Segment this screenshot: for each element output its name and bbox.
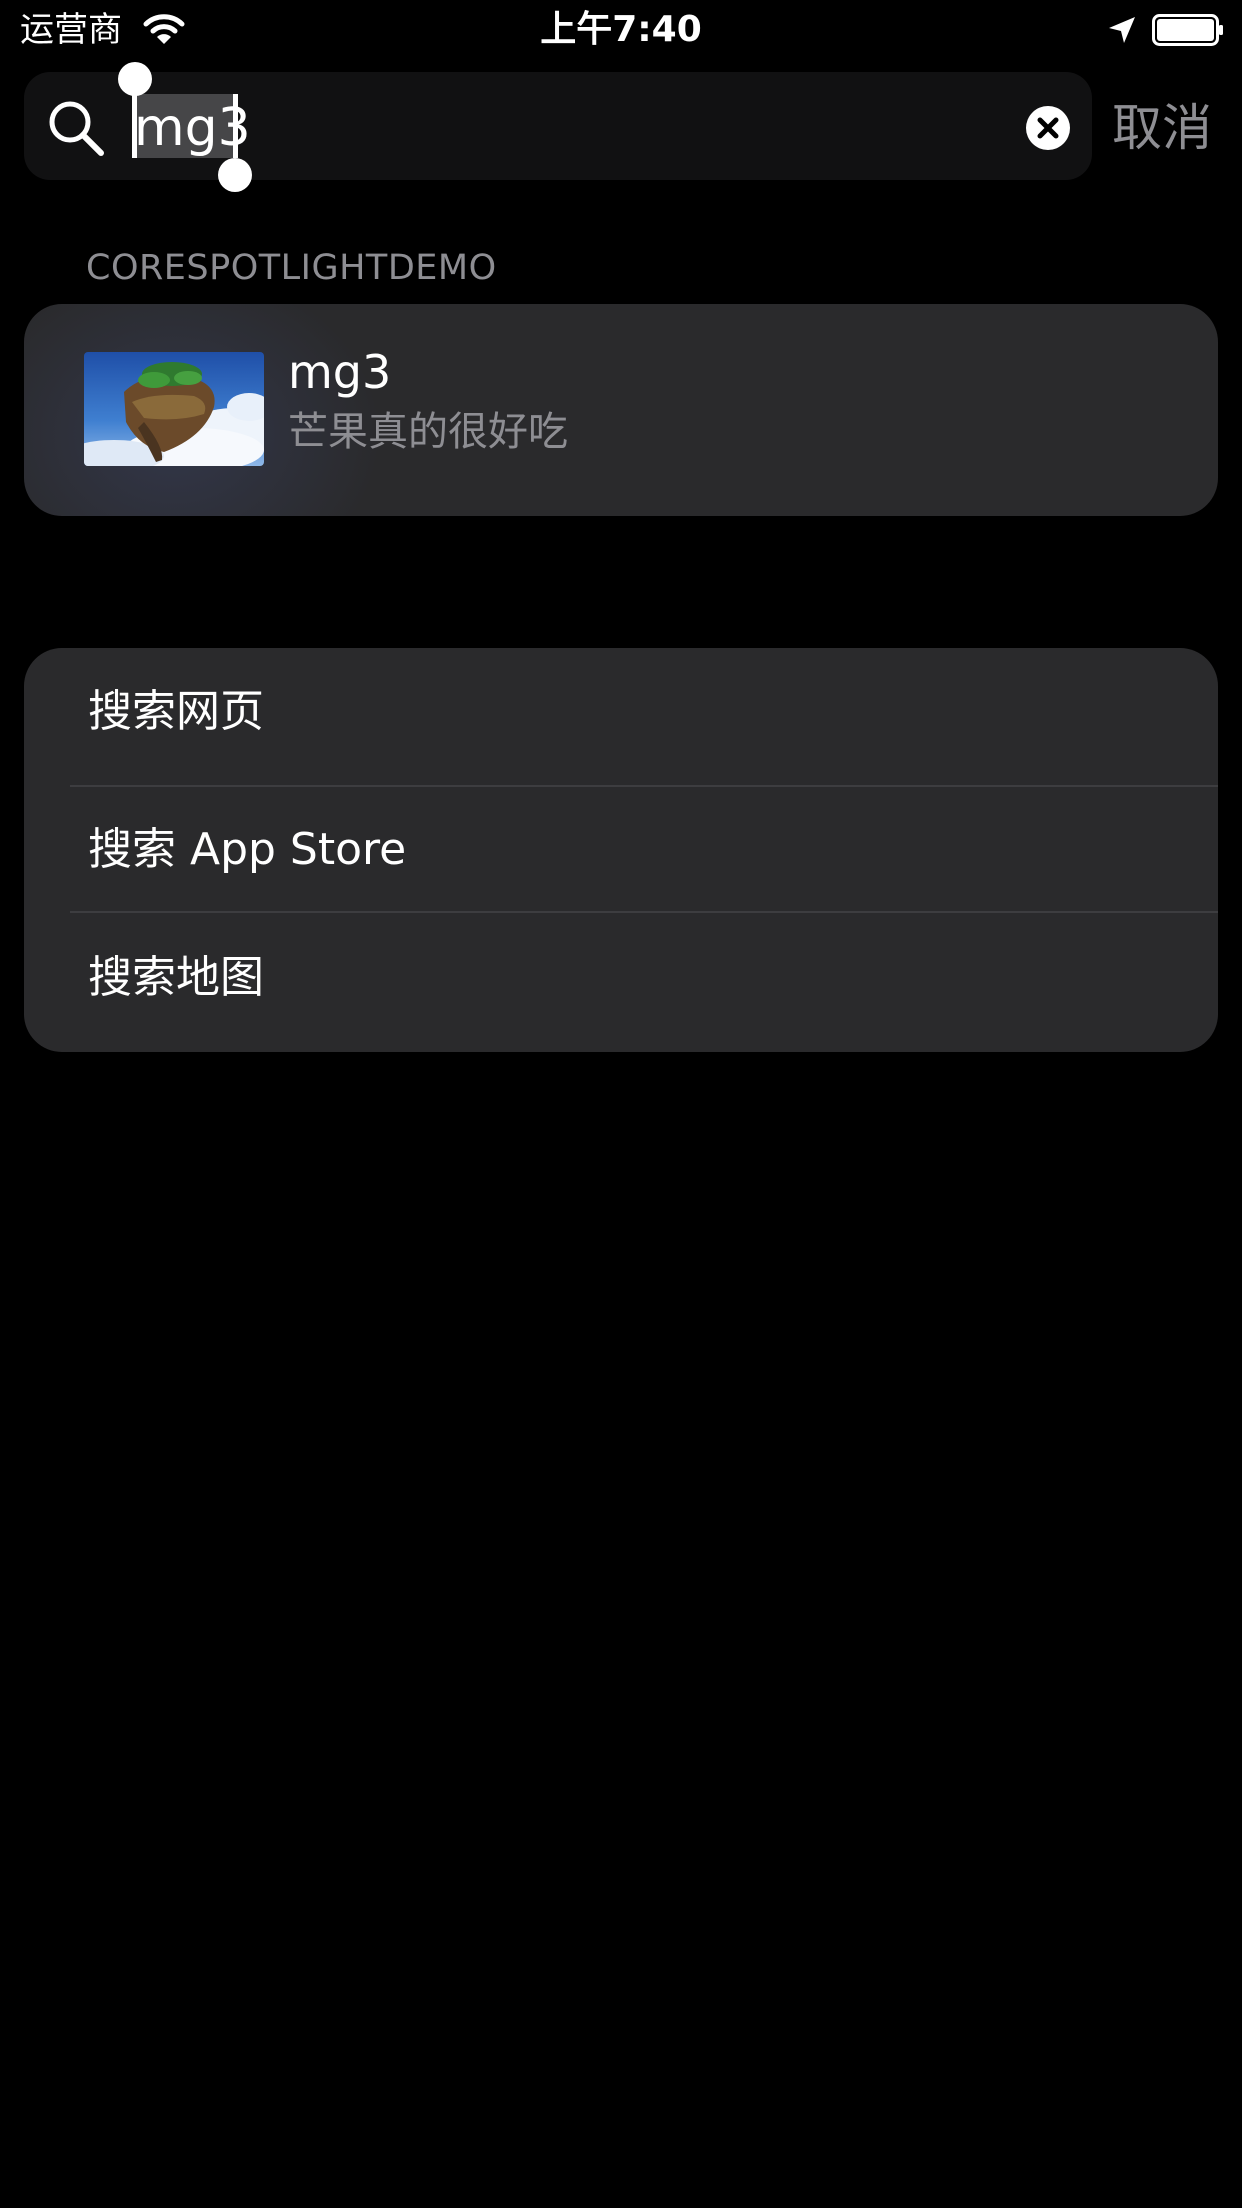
result-title: mg3 [288,345,392,399]
search-web-row[interactable]: 搜索网页 [24,648,1218,778]
search-maps-label: 搜索地图 [88,952,264,1003]
search-input[interactable] [134,92,994,164]
status-time: 上午7:40 [540,9,702,50]
cancel-button[interactable]: 取消 [1112,96,1212,160]
selection-end-handle[interactable] [233,94,238,158]
floating-island-thumbnail [84,352,264,466]
location-arrow-icon [1109,17,1135,43]
search-web-label: 搜索网页 [88,686,264,737]
selection-start-knob[interactable] [118,62,152,96]
section-header: CORESPOTLIGHTDEMO [86,248,497,288]
search-options-card: 搜索网页 搜索 App Store 搜索地图 [24,648,1218,1052]
search-app-store-label: 搜索 App Store [88,824,407,875]
search-app-store-row[interactable]: 搜索 App Store [24,787,1218,917]
search-maps-row[interactable]: 搜索地图 [24,913,1218,1043]
selection-end-knob[interactable] [218,158,252,192]
search-icon [49,101,104,156]
selection-start-handle[interactable] [132,94,137,158]
clear-icon[interactable] [1026,106,1070,150]
status-bar: 运营商 上午7:40 [0,0,1242,60]
battery-icon [1152,14,1223,46]
result-subtitle: 芒果真的很好吃 [288,409,568,455]
